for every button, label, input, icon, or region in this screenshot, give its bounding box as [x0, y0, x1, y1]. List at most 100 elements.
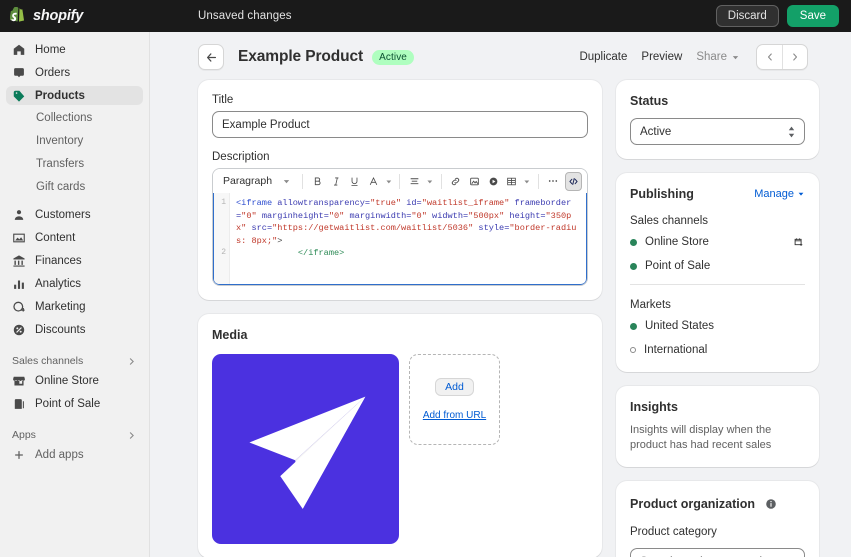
code-view-button[interactable]: [565, 171, 583, 191]
save-button[interactable]: Save: [786, 5, 839, 27]
line-number: 2: [221, 248, 226, 258]
duplicate-button[interactable]: Duplicate: [579, 51, 627, 63]
sidebar-item-label: Content: [35, 231, 76, 244]
insert-video-button[interactable]: [485, 172, 502, 191]
schedule-publish-button[interactable]: [793, 236, 805, 251]
chevron-down-icon: [732, 55, 739, 59]
description-editor: Paragraph 1 2 <iframe allowtransparency=…: [212, 168, 588, 286]
chevron-down-icon: [798, 192, 804, 196]
sidebar-section-apps[interactable]: Apps: [0, 429, 149, 441]
manage-dropdown[interactable]: Manage: [754, 188, 805, 200]
video-icon: [489, 177, 497, 185]
ellipsis-icon: [548, 180, 557, 182]
plus-icon: [15, 450, 23, 459]
products-icon: [13, 90, 25, 102]
link-button[interactable]: [447, 172, 464, 191]
topbar-actions: Discard Save: [715, 5, 851, 27]
sidebar-item-label: Marketing: [35, 300, 86, 313]
share-dropdown[interactable]: Share: [696, 51, 740, 63]
sidebar-item-online-store[interactable]: Online Store: [6, 371, 143, 390]
sidebar-item-add-apps[interactable]: Add apps: [0, 445, 149, 464]
product-category-input[interactable]: [630, 548, 805, 557]
info-icon[interactable]: [765, 498, 777, 510]
analytics-icon: [14, 280, 24, 289]
insert-table-button[interactable]: [503, 172, 520, 191]
media-thumbnail[interactable]: [212, 354, 399, 544]
status-card: Status Active: [616, 80, 819, 159]
sidebar-item-content[interactable]: Content: [6, 228, 143, 247]
sidebar-subitem-transfers[interactable]: Transfers: [0, 155, 149, 174]
sidebar-subitem-inventory[interactable]: Inventory: [0, 132, 149, 151]
market-row-united-states[interactable]: United States: [630, 320, 805, 332]
right-column: Status Active Publishing Manage Sales ch…: [616, 80, 819, 557]
unsaved-changes-label: Unsaved changes: [198, 10, 292, 22]
description-label: Description: [212, 151, 270, 163]
add-media-button[interactable]: Add: [435, 378, 474, 396]
channel-row-online-store[interactable]: Online Store: [630, 236, 805, 248]
shopify-brand[interactable]: shopify: [0, 7, 150, 25]
market-row-international[interactable]: International: [630, 344, 805, 356]
sidebar-item-products[interactable]: Products: [6, 86, 143, 105]
toolbar-divider: [537, 173, 539, 189]
status-dot-inactive-icon: [630, 347, 636, 353]
more-options-button[interactable]: [545, 172, 562, 191]
sidebar-item-label: Discounts: [35, 323, 86, 336]
add-from-url-link[interactable]: Add from URL: [423, 410, 486, 421]
link-icon: [452, 177, 460, 185]
status-select[interactable]: Active: [630, 118, 805, 145]
sidebar-item-marketing[interactable]: Marketing: [6, 297, 143, 316]
toolbar-divider: [399, 173, 401, 189]
status-dot-active-icon: [630, 322, 637, 330]
sidebar-subitem-gift-cards[interactable]: Gift cards: [0, 178, 149, 197]
insights-body: Insights will display when the product h…: [630, 424, 772, 451]
sidebar-item-orders[interactable]: Orders: [6, 63, 143, 82]
next-product-button[interactable]: [782, 45, 807, 69]
header-actions: Duplicate Preview Share: [579, 44, 835, 70]
sidebar-item-analytics[interactable]: Analytics: [6, 274, 143, 293]
sidebar-item-label: Orders: [35, 66, 71, 79]
discard-button[interactable]: Discard: [715, 5, 779, 27]
media-card: Media Add Add from URL: [198, 314, 602, 557]
table-chevron-down-icon[interactable]: [522, 176, 532, 187]
toolbar-divider: [440, 173, 442, 189]
discounts-icon: [13, 324, 25, 335]
code-content[interactable]: <iframe allowtransparency="true" id="wai…: [230, 193, 586, 284]
channel-label: Point of Sale: [645, 260, 711, 272]
publishing-title: Publishing: [630, 187, 694, 201]
html-code-editor[interactable]: 1 2 <iframe allowtransparency="true" id=…: [213, 193, 587, 285]
media-add-box: Add Add from URL: [409, 354, 500, 445]
sidebar-item-point-of-sale[interactable]: Point of Sale: [6, 394, 143, 413]
underline-icon: [351, 177, 358, 186]
image-icon: [470, 177, 479, 185]
sidebar-item-label: Analytics: [35, 277, 82, 290]
title-input[interactable]: [212, 111, 588, 138]
back-button[interactable]: [198, 44, 224, 70]
block-format-select[interactable]: Paragraph: [218, 172, 296, 191]
product-category-label: Product category: [630, 526, 717, 538]
bold-button[interactable]: [309, 172, 326, 191]
underline-button[interactable]: [346, 172, 363, 191]
content-icon: [13, 233, 25, 242]
align-chevron-down-icon[interactable]: [425, 176, 435, 187]
sidebar-item-home[interactable]: Home: [6, 40, 143, 59]
insights-card: Insights Insights will display when the …: [616, 386, 819, 467]
insert-image-button[interactable]: [466, 172, 483, 191]
text-color-chevron-down-icon[interactable]: [384, 176, 394, 187]
sidebar-item-finances[interactable]: Finances: [6, 251, 143, 270]
channel-label: Online Store: [645, 236, 709, 248]
italic-button[interactable]: [328, 172, 345, 191]
text-color-button[interactable]: [365, 172, 382, 191]
preview-button[interactable]: Preview: [641, 51, 682, 63]
markets-label: Markets: [630, 299, 671, 311]
sidebar-item-customers[interactable]: Customers: [6, 205, 143, 224]
finances-icon: [13, 254, 25, 267]
align-button[interactable]: [406, 172, 423, 191]
status-dot-active-icon: [630, 238, 637, 246]
sidebar-item-discounts[interactable]: Discounts: [6, 320, 143, 339]
channel-row-point-of-sale[interactable]: Point of Sale: [630, 260, 805, 272]
code-gutter: 1 2: [214, 193, 230, 284]
sidebar-item-label: Point of Sale: [35, 397, 101, 410]
sidebar-section-sales-channels[interactable]: Sales channels: [0, 355, 149, 367]
previous-product-button[interactable]: [757, 45, 782, 69]
sidebar-subitem-collections[interactable]: Collections: [0, 109, 149, 128]
